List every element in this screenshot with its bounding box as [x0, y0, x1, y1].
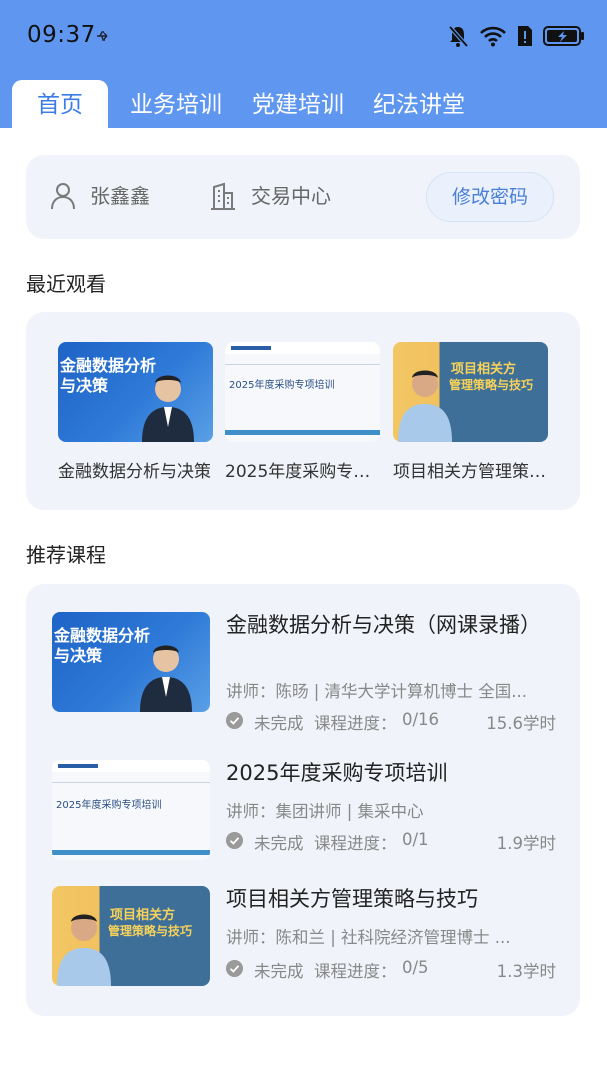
tab-business-training[interactable]: 业务培训 — [130, 80, 222, 128]
course-teacher: 讲师：陈旸 | 清华大学计算机博士 全国... — [226, 682, 528, 701]
tab-party-training[interactable]: 党建培训 — [252, 80, 344, 128]
recent-item-title: 金融数据分析与决策 — [58, 462, 211, 482]
recommended-section-title: 推荐课程 — [26, 543, 106, 567]
course-status: 未完成 — [254, 714, 304, 733]
course-thumbnail: 2025年度采购专项培训 — [52, 760, 210, 860]
lecturer-photo — [57, 914, 111, 986]
thumb-title-line: 2025年度采购专项培训 — [229, 380, 335, 391]
course-item[interactable]: 2025年度采购专项培训 2025年度采购专项培训 讲师：集团讲师 | 集采中心… — [52, 760, 562, 860]
user-name: 张鑫鑫 — [90, 184, 150, 208]
course-progress: 0/5 — [402, 958, 429, 977]
thumb-rule — [52, 782, 210, 783]
status-bar: 09:37 — [0, 0, 607, 72]
course-progress-label: 课程进度： — [314, 834, 397, 853]
check-circle-icon — [226, 712, 243, 729]
recommended-list: 金融数据分析 与决策 金融数据分析与决策（网课录播） 讲师：陈旸 | 清华大学计… — [26, 584, 580, 1016]
recent-item[interactable]: 项目相关方 管理策略与技巧 项目相关方管理策略与技巧 — [393, 342, 548, 482]
thumb-title-line: 与决策 — [54, 646, 103, 665]
lecturer-photo — [142, 375, 194, 442]
course-progress: 0/1 — [402, 830, 429, 849]
course-progress-label: 课程进度： — [314, 714, 397, 733]
recent-item-title: 项目相关方管理策略与技巧 — [393, 462, 548, 482]
course-progress: 0/16 — [402, 710, 440, 729]
course-title: 项目相关方管理策略与技巧 — [226, 887, 478, 911]
course-hours: 15.6学时 — [486, 714, 556, 733]
usb-icon — [97, 31, 108, 41]
recent-item[interactable]: 金融数据分析 与决策 金融数据分析与决策 — [58, 342, 213, 482]
thumb-title-line: 管理策略与技巧 — [108, 924, 193, 938]
course-hours: 1.9学时 — [496, 834, 556, 853]
course-hours: 1.3学时 — [496, 962, 556, 981]
course-progress-label: 课程进度： — [314, 962, 397, 981]
status-time: 09:37 — [27, 22, 96, 48]
check-circle-icon — [226, 832, 243, 849]
sim-alert-icon — [518, 26, 532, 46]
course-title: 2025年度采购专项培训 — [226, 761, 448, 785]
course-item[interactable]: 项目相关方 管理策略与技巧 项目相关方管理策略与技巧 讲师：陈和兰 | 社科院经… — [52, 886, 562, 986]
lecturer-photo — [140, 645, 192, 712]
wifi-icon — [480, 26, 506, 47]
course-thumbnail: 金融数据分析 与决策 — [52, 612, 210, 712]
recent-section-title: 最近观看 — [26, 272, 106, 296]
recent-item-title: 2025年度采购专项培训 — [225, 462, 380, 482]
course-thumbnail: 项目相关方 管理策略与技巧 — [52, 886, 210, 986]
thumb-title-line: 与决策 — [60, 376, 109, 395]
course-meta: 未完成 课程进度： 0/16 15.6学时 — [226, 710, 556, 733]
tab-home[interactable]: 首页 — [12, 80, 108, 128]
thumb-title-line: 2025年度采购专项培训 — [56, 800, 162, 811]
thumb-title-line: 项目相关方 — [110, 908, 176, 923]
thumb-title-line: 项目相关方 — [451, 362, 517, 377]
status-icons — [447, 22, 585, 50]
thumb-footer-bar — [225, 430, 380, 435]
course-status: 未完成 — [254, 962, 304, 981]
user-icon — [51, 183, 75, 210]
tab-discipline-lecture[interactable]: 纪法讲堂 — [373, 80, 465, 128]
course-teacher: 讲师：集团讲师 | 集采中心 — [226, 802, 424, 821]
user-info-card: 张鑫鑫 交易中心 修改密码 — [26, 155, 580, 239]
course-meta: 未完成 课程进度： 0/1 1.9学时 — [226, 830, 556, 853]
change-password-button[interactable]: 修改密码 — [426, 172, 554, 222]
thumb-logo — [231, 346, 271, 350]
thumb-title-line: 管理策略与技巧 — [449, 378, 534, 392]
user-department: 交易中心 — [251, 184, 331, 208]
building-icon — [211, 182, 235, 210]
course-item[interactable]: 金融数据分析 与决策 金融数据分析与决策（网课录播） 讲师：陈旸 | 清华大学计… — [52, 612, 562, 733]
thumb-footer-bar — [52, 850, 210, 855]
course-meta: 未完成 课程进度： 0/5 1.3学时 — [226, 958, 556, 981]
app-header: 09:37 首页 业务培训 党建培训 纪法讲堂 — [0, 0, 607, 128]
thumb-rule — [225, 364, 380, 365]
lecturer-photo — [398, 370, 452, 442]
recent-thumbnail: 金融数据分析 与决策 — [58, 342, 213, 442]
recent-card: 金融数据分析 与决策 金融数据分析与决策 2025年度采购专项培训 2025年度… — [26, 312, 580, 510]
course-title: 金融数据分析与决策（网课录播） — [226, 613, 541, 637]
recent-thumbnail: 2025年度采购专项培训 — [225, 342, 380, 442]
check-circle-icon — [226, 960, 243, 977]
thumb-logo — [58, 764, 98, 768]
bell-off-icon — [448, 25, 469, 48]
course-status: 未完成 — [254, 834, 304, 853]
course-teacher: 讲师：陈和兰 | 社科院经济管理博士 ... — [226, 928, 511, 947]
recent-thumbnail: 项目相关方 管理策略与技巧 — [393, 342, 548, 442]
recent-item[interactable]: 2025年度采购专项培训 2025年度采购专项培训 — [225, 342, 380, 482]
battery-charging-icon — [543, 26, 584, 46]
category-tabs: 首页 业务培训 党建培训 纪法讲堂 — [0, 80, 607, 128]
